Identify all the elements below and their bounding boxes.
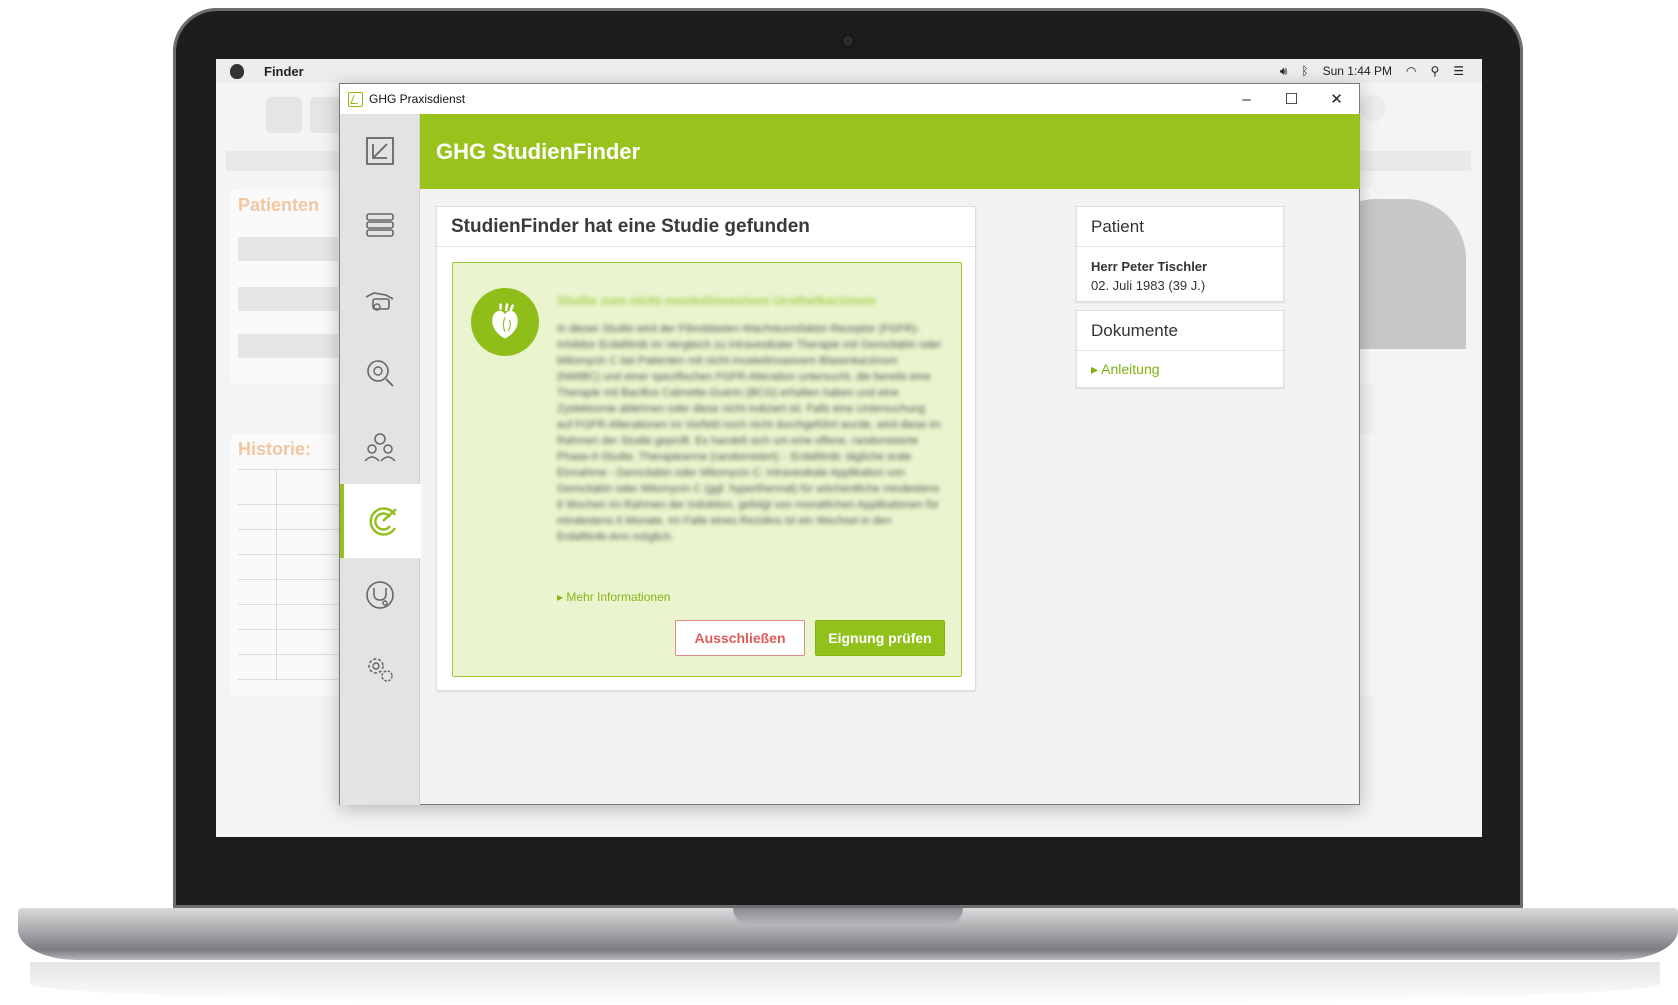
screen: Finder 🔊︎ ᛒ Sun 1:44 PM ◠ ⚲ ☰ Patienten … (216, 59, 1482, 837)
bg-field (238, 287, 338, 311)
study-box: Studie zum nicht-muskelinvasiven Urothel… (452, 262, 962, 677)
patient-heading: Patient (1077, 207, 1283, 247)
anleitung-label: Anleitung (1101, 361, 1160, 377)
sidebar-item-billing[interactable] (340, 262, 420, 336)
volume-icon[interactable]: 🔊︎ (1280, 64, 1288, 79)
spotlight-icon[interactable]: ⚲ (1430, 64, 1439, 78)
logo-icon (366, 137, 394, 165)
minimize-button[interactable]: – (1224, 84, 1269, 114)
sidebar-item-settings[interactable] (340, 632, 420, 706)
apple-icon[interactable] (230, 63, 244, 79)
list-icon (366, 213, 394, 237)
title-bar[interactable]: GHG Praxisdienst – ☐ ✕ (340, 84, 1359, 114)
patient-name: Herr Peter Tischler (1091, 259, 1208, 274)
bg-table-line (238, 629, 338, 630)
bg-table-line (238, 504, 338, 505)
sidebar-item-patients[interactable] (340, 410, 420, 484)
mac-menubar: Finder 🔊︎ ᛒ Sun 1:44 PM ◠ ⚲ ☰ (216, 59, 1482, 83)
app-logo-icon (348, 91, 363, 107)
documents-heading: Dokumente (1077, 311, 1283, 351)
window-controls: – ☐ ✕ (1224, 84, 1359, 114)
sidebar-item-home[interactable] (340, 114, 420, 188)
patients-icon (364, 433, 396, 462)
virus-search-icon (367, 360, 394, 387)
reflection (30, 962, 1660, 1005)
settings-icon (368, 658, 393, 682)
exclude-button[interactable]: Ausschließen (675, 620, 805, 656)
patient-info: Herr Peter Tischler 02. Juli 1983 (39 J.… (1077, 247, 1283, 305)
sidebar-item-care[interactable] (340, 558, 420, 632)
more-info-link[interactable]: ▸ Mehr Informationen (557, 590, 670, 604)
page-title: GHG StudienFinder (436, 138, 641, 164)
list-menu-icon[interactable]: ☰ (1453, 64, 1464, 78)
anleitung-link[interactable]: ▸ Anleitung (1077, 351, 1283, 388)
heart-icon (492, 303, 518, 339)
sidebar (340, 114, 421, 805)
sidebar-item-diagnostics[interactable] (340, 336, 420, 410)
stethoscope-icon (366, 581, 394, 609)
study-card: StudienFinder hat eine Studie gefunden S… (436, 206, 976, 691)
bg-dot (1360, 95, 1386, 121)
bg-toolbar (266, 97, 346, 133)
maximize-button[interactable]: ☐ (1269, 84, 1314, 114)
patient-card: Patient Herr Peter Tischler 02. Juli 198… (1076, 206, 1284, 302)
check-eligibility-button[interactable]: Eignung prüfen (815, 620, 945, 656)
bg-history-heading: Historie: (238, 439, 312, 459)
menubar-clock[interactable]: Sun 1:44 PM (1323, 64, 1392, 78)
sidebar-item-studienfinder[interactable] (340, 484, 421, 558)
menu-finder[interactable]: Finder (264, 64, 304, 79)
study-title: Studie zum nicht-muskelinvasiven Urothel… (557, 293, 876, 308)
sidebar-item-list[interactable] (340, 188, 420, 262)
camera (843, 36, 853, 46)
bg-table-line (238, 529, 338, 530)
bg-field (238, 237, 338, 261)
app-header: GHG StudienFinder (420, 114, 1360, 189)
bg-table-line (238, 554, 338, 555)
study-description: In dieser Studie wird der Fibroblasten-W… (557, 323, 942, 543)
bluetooth-icon[interactable]: ᛒ (1301, 64, 1308, 78)
heart-badge (471, 288, 539, 356)
bg-toolbar-button (266, 97, 302, 133)
bg-table-line (238, 679, 338, 680)
bg-patient-heading: Patienten (238, 195, 320, 215)
payment-hand-icon (365, 292, 394, 311)
documents-card: Dokumente ▸ Anleitung (1076, 310, 1284, 388)
study-card-title: StudienFinder hat eine Studie gefunden (437, 207, 975, 247)
laptop-notch (733, 908, 963, 926)
close-button[interactable]: ✕ (1314, 84, 1359, 114)
app-window: GHG Praxisdienst – ☐ ✕ GHG StudienFinder… (339, 83, 1360, 805)
bg-table-line (238, 604, 338, 605)
menubar-status: 🔊︎ ᛒ Sun 1:44 PM ◠ ⚲ ☰ (1280, 64, 1464, 79)
bg-table-line (238, 579, 338, 580)
more-info-label: Mehr Informationen (566, 590, 671, 604)
bg-field (238, 334, 338, 358)
wifi-icon[interactable]: ◠ (1406, 64, 1416, 78)
bg-table-line (238, 654, 338, 655)
target-icon (369, 507, 397, 536)
bg-table-line (238, 469, 338, 470)
patient-birthdate: 02. Juli 1983 (39 J.) (1091, 278, 1206, 293)
window-title: GHG Praxisdienst (369, 92, 466, 106)
bg-table-line (276, 469, 277, 679)
